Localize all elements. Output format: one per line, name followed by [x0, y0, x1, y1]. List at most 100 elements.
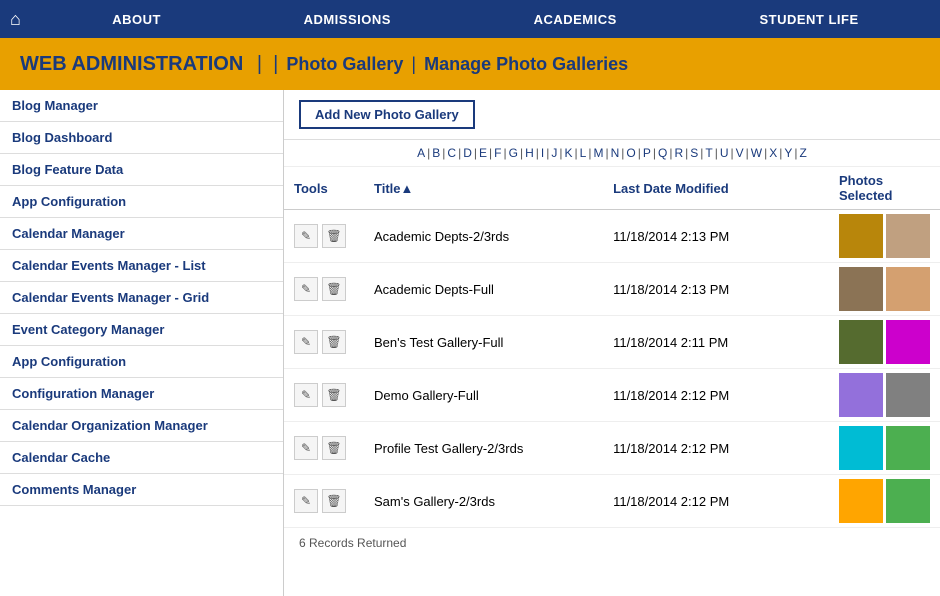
alpha-link-D[interactable]: D [463, 146, 472, 160]
sidebar-item-11[interactable]: Calendar Cache [0, 442, 283, 474]
alpha-link-O[interactable]: O [626, 146, 635, 160]
alpha-link-Q[interactable]: Q [658, 146, 667, 160]
col-header-date[interactable]: Last Date Modified [603, 167, 829, 210]
nav-items: ABOUT ADMISSIONS ACADEMICS STUDENT LIFE [41, 12, 930, 27]
alpha-link-H[interactable]: H [525, 146, 534, 160]
row-tools: ✎ 🗑 [284, 475, 364, 528]
row-date: 11/18/2014 2:12 PM [603, 475, 829, 528]
nav-about[interactable]: ABOUT [82, 12, 191, 27]
alpha-link-T[interactable]: T [705, 146, 712, 160]
row-photos [829, 475, 940, 528]
sidebar-item-7[interactable]: Event Category Manager [0, 314, 283, 346]
row-title: Demo Gallery-Full [364, 369, 603, 422]
thumbnail-2 [886, 479, 930, 523]
thumbnail-2 [886, 214, 930, 258]
row-tools: ✎ 🗑 [284, 263, 364, 316]
thumbnail-1 [839, 373, 883, 417]
row-tools: ✎ 🗑 [284, 316, 364, 369]
table-row: ✎ 🗑 Academic Depts-Full11/18/2014 2:13 P… [284, 263, 940, 316]
row-photos [829, 210, 940, 263]
alpha-link-K[interactable]: K [564, 146, 572, 160]
header-pipe: | [411, 54, 416, 75]
alpha-link-N[interactable]: N [611, 146, 620, 160]
sidebar-item-9[interactable]: Configuration Manager [0, 378, 283, 410]
alpha-link-G[interactable]: G [509, 146, 518, 160]
home-icon[interactable]: ⌂ [10, 9, 21, 30]
thumbnail-1 [839, 320, 883, 364]
nav-student-life[interactable]: STUDENT LIFE [729, 12, 888, 27]
edit-button[interactable]: ✎ [294, 330, 318, 354]
table-row: ✎ 🗑 Profile Test Gallery-2/3rds11/18/201… [284, 422, 940, 475]
row-photos [829, 316, 940, 369]
row-title: Ben's Test Gallery-Full [364, 316, 603, 369]
edit-button[interactable]: ✎ [294, 436, 318, 460]
row-tools: ✎ 🗑 [284, 369, 364, 422]
sidebar-item-3[interactable]: App Configuration [0, 186, 283, 218]
main-layout: Blog ManagerBlog DashboardBlog Feature D… [0, 90, 940, 596]
table-row: ✎ 🗑 Academic Depts-2/3rds11/18/2014 2:13… [284, 210, 940, 263]
delete-button[interactable]: 🗑 [322, 489, 346, 513]
alpha-link-C[interactable]: C [447, 146, 456, 160]
row-date: 11/18/2014 2:12 PM [603, 422, 829, 475]
alpha-link-I[interactable]: I [541, 146, 544, 160]
alpha-link-X[interactable]: X [769, 146, 777, 160]
sidebar-item-6[interactable]: Calendar Events Manager - Grid [0, 282, 283, 314]
row-photos [829, 422, 940, 475]
col-header-photos: Photos Selected [829, 167, 940, 210]
row-date: 11/18/2014 2:12 PM [603, 369, 829, 422]
alpha-link-S[interactable]: S [690, 146, 698, 160]
alpha-link-J[interactable]: J [551, 146, 557, 160]
alpha-link-U[interactable]: U [720, 146, 729, 160]
sidebar-item-1[interactable]: Blog Dashboard [0, 122, 283, 154]
sidebar-item-4[interactable]: Calendar Manager [0, 218, 283, 250]
alpha-link-B[interactable]: B [432, 146, 440, 160]
edit-button[interactable]: ✎ [294, 489, 318, 513]
alpha-link-M[interactable]: M [593, 146, 603, 160]
col-header-tools: Tools [284, 167, 364, 210]
row-title: Profile Test Gallery-2/3rds [364, 422, 603, 475]
sidebar-item-2[interactable]: Blog Feature Data [0, 154, 283, 186]
alpha-link-R[interactable]: R [674, 146, 683, 160]
col-header-title[interactable]: Title▲ [364, 167, 603, 210]
row-title: Academic Depts-2/3rds [364, 210, 603, 263]
edit-button[interactable]: ✎ [294, 277, 318, 301]
row-date: 11/18/2014 2:11 PM [603, 316, 829, 369]
sidebar-item-0[interactable]: Blog Manager [0, 90, 283, 122]
thumbnail-1 [839, 267, 883, 311]
sidebar-item-12[interactable]: Comments Manager [0, 474, 283, 506]
thumbnail-1 [839, 214, 883, 258]
thumbnail-2 [886, 320, 930, 364]
alpha-link-E[interactable]: E [479, 146, 487, 160]
photo-gallery-link[interactable]: Photo Gallery [286, 54, 403, 75]
manage-galleries-link[interactable]: Manage Photo Galleries [424, 54, 628, 75]
alpha-link-F[interactable]: F [494, 146, 501, 160]
edit-button[interactable]: ✎ [294, 383, 318, 407]
nav-academics[interactable]: ACADEMICS [504, 12, 647, 27]
sidebar-item-8[interactable]: App Configuration [0, 346, 283, 378]
alphabet-navigation[interactable]: A|B|C|D|E|F|G|H|I|J|K|L|M|N|O|P|Q|R|S|T|… [284, 140, 940, 167]
alpha-link-Y[interactable]: Y [784, 146, 792, 160]
sidebar-item-5[interactable]: Calendar Events Manager - List [0, 250, 283, 282]
delete-button[interactable]: 🗑 [322, 277, 346, 301]
thumbnail-2 [886, 373, 930, 417]
delete-button[interactable]: 🗑 [322, 224, 346, 248]
nav-admissions[interactable]: ADMISSIONS [274, 12, 421, 27]
alpha-link-A[interactable]: A [417, 146, 425, 160]
gallery-table: Tools Title▲ Last Date Modified Photos S… [284, 167, 940, 528]
alpha-link-L[interactable]: L [580, 146, 587, 160]
alpha-link-Z[interactable]: Z [800, 146, 807, 160]
header-separator: | | [251, 53, 278, 76]
delete-button[interactable]: 🗑 [322, 330, 346, 354]
row-tools: ✎ 🗑 [284, 210, 364, 263]
alpha-link-P[interactable]: P [643, 146, 651, 160]
add-new-gallery-button[interactable]: Add New Photo Gallery [299, 100, 475, 129]
row-tools: ✎ 🗑 [284, 422, 364, 475]
delete-button[interactable]: 🗑 [322, 436, 346, 460]
edit-button[interactable]: ✎ [294, 224, 318, 248]
alpha-link-V[interactable]: V [736, 146, 744, 160]
sidebar-item-10[interactable]: Calendar Organization Manager [0, 410, 283, 442]
alpha-link-W[interactable]: W [751, 146, 762, 160]
row-photos [829, 263, 940, 316]
delete-button[interactable]: 🗑 [322, 383, 346, 407]
thumbnail-2 [886, 267, 930, 311]
